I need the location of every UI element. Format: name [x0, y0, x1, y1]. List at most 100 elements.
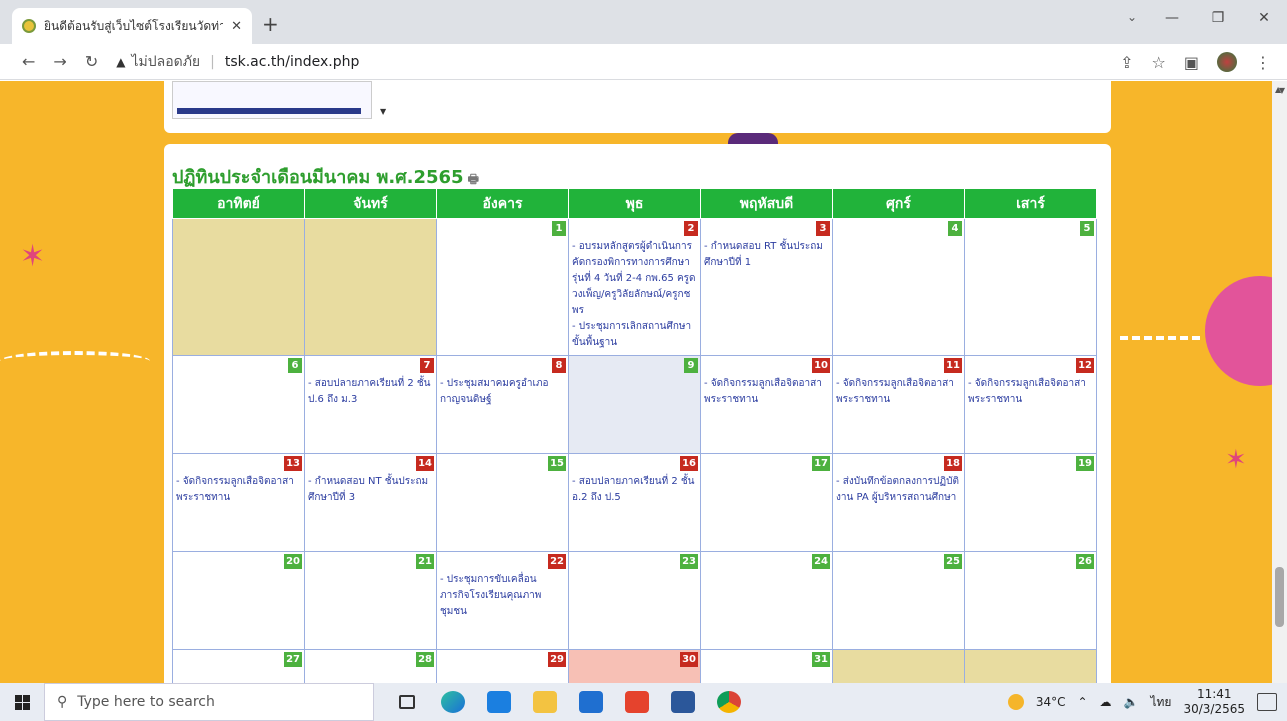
- volume-icon[interactable]: 🔈: [1124, 695, 1139, 709]
- clock[interactable]: 11:41 30/3/2565: [1183, 687, 1245, 717]
- day-number-badge[interactable]: 29: [548, 652, 566, 667]
- mail-icon[interactable]: [568, 683, 614, 721]
- calendar-day-cell[interactable]: 26: [964, 551, 1097, 650]
- calendar-event-link[interactable]: - สอบปลายภาคเรียนที่ 2 ชั้น ป.6 ถึง ม.3: [308, 376, 433, 408]
- calendar-day-cell[interactable]: 24: [700, 551, 833, 650]
- day-number-badge[interactable]: 22: [548, 554, 566, 569]
- calendar-day-cell[interactable]: 8 - ประชุมสมาคมครูอำเภอกาญจนดิษฐ์: [436, 355, 569, 454]
- calendar-event-link[interactable]: - กำหนดสอบ RT ชั้นประถมศึกษาปีที่ 1: [704, 239, 829, 271]
- day-number-badge[interactable]: 9: [684, 358, 698, 373]
- calendar-event-link[interactable]: - ส่งบันทึกข้อตกลงการปฏิบัติงาน PA ผู้บร…: [836, 474, 961, 506]
- dropdown-arrow-icon[interactable]: ▼: [380, 107, 386, 116]
- calendar-event-link[interactable]: - ประชุมสมาคมครูอำเภอกาญจนดิษฐ์: [440, 376, 565, 408]
- day-number-badge[interactable]: 14: [416, 456, 434, 471]
- calendar-day-cell[interactable]: 11 - จัดกิจกรรมลูกเสือจิตอาสาพระราชทาน: [832, 355, 965, 454]
- day-number-badge[interactable]: 5: [1080, 221, 1094, 236]
- restore-button[interactable]: ❐: [1195, 0, 1241, 36]
- print-icon[interactable]: 🖶: [468, 172, 479, 186]
- calendar-day-cell[interactable]: 4: [832, 218, 965, 356]
- browser-tab[interactable]: ยินดีต้อนรับสู่เว็บไซต์โรงเรียนวัดท่าไทร…: [12, 8, 252, 44]
- day-number-badge[interactable]: 10: [812, 358, 830, 373]
- calendar-day-cell[interactable]: 5: [964, 218, 1097, 356]
- edge-browser-icon[interactable]: [430, 683, 476, 721]
- bookmark-star-icon[interactable]: ☆: [1152, 53, 1166, 72]
- day-number-badge[interactable]: 13: [284, 456, 302, 471]
- calendar-day-cell[interactable]: 13 - จัดกิจกรรมลูกเสือจิตอาสาพระราชทาน: [172, 453, 305, 552]
- day-number-badge[interactable]: 30: [680, 652, 698, 667]
- scrollbar-thumb[interactable]: [1275, 567, 1284, 627]
- day-number-badge[interactable]: 7: [420, 358, 434, 373]
- calendar-event-link[interactable]: - ประชุมการขับเคลื่อนภารกิจโรงเรียนคุณภา…: [440, 572, 565, 620]
- calendar-event-link[interactable]: - จัดกิจกรรมลูกเสือจิตอาสาพระราชทาน: [836, 376, 961, 408]
- url-text[interactable]: tsk.ac.th/index.php: [225, 54, 360, 70]
- day-number-badge[interactable]: 26: [1076, 554, 1094, 569]
- calendar-day-cell[interactable]: 21: [304, 551, 437, 650]
- day-number-badge[interactable]: 17: [812, 456, 830, 471]
- day-number-badge[interactable]: 31: [812, 652, 830, 667]
- address-bar[interactable]: ▲ ไม่ปลอดภัย | tsk.ac.th/index.php: [116, 51, 359, 73]
- tab-close-icon[interactable]: ✕: [231, 19, 242, 34]
- word-icon[interactable]: [660, 683, 706, 721]
- notification-icon[interactable]: [1257, 693, 1277, 711]
- calendar-day-cell[interactable]: 14 - กำหนดสอบ NT ชั้นประถมศึกษาปีที่ 3: [304, 453, 437, 552]
- day-number-badge[interactable]: 23: [680, 554, 698, 569]
- warning-triangle-icon[interactable]: ▲: [116, 55, 125, 69]
- calendar-day-cell[interactable]: 19: [964, 453, 1097, 552]
- security-label[interactable]: ไม่ปลอดภัย: [131, 51, 200, 73]
- calendar-day-cell[interactable]: 20: [172, 551, 305, 650]
- day-number-badge[interactable]: 18: [944, 456, 962, 471]
- calendar-day-cell[interactable]: 22 - ประชุมการขับเคลื่อนภารกิจโรงเรียนคุณ…: [436, 551, 569, 650]
- day-number-badge[interactable]: 2: [684, 221, 698, 236]
- day-number-badge[interactable]: 12: [1076, 358, 1094, 373]
- calendar-event-link[interactable]: - จัดกิจกรรมลูกเสือจิตอาสาพระราชทาน: [968, 376, 1093, 408]
- weather-sun-icon[interactable]: [1007, 694, 1024, 710]
- calendar-day-cell[interactable]: 28: [304, 649, 437, 683]
- share-icon[interactable]: ⇪: [1120, 53, 1133, 72]
- language-indicator[interactable]: ไทย: [1150, 693, 1171, 712]
- calendar-day-cell[interactable]: 31: [700, 649, 833, 683]
- calendar-event-link[interactable]: - จัดกิจกรรมลูกเสือจิตอาสาพระราชทาน: [176, 474, 301, 506]
- task-view-icon[interactable]: [384, 683, 430, 721]
- day-number-badge[interactable]: 27: [284, 652, 302, 667]
- day-number-badge[interactable]: 4: [948, 221, 962, 236]
- calendar-event-link[interactable]: - กำหนดสอบ NT ชั้นประถมศึกษาปีที่ 3: [308, 474, 433, 506]
- forward-arrow-icon[interactable]: →: [53, 52, 66, 71]
- day-number-badge[interactable]: 20: [284, 554, 302, 569]
- day-number-badge[interactable]: 16: [680, 456, 698, 471]
- calendar-day-cell[interactable]: 23: [568, 551, 701, 650]
- day-number-badge[interactable]: 1: [552, 221, 566, 236]
- reload-icon[interactable]: ↻: [85, 52, 98, 71]
- calendar-day-cell[interactable]: 18 - ส่งบันทึกข้อตกลงการปฏิบัติงาน PA ผู้…: [832, 453, 965, 552]
- day-number-badge[interactable]: 28: [416, 652, 434, 667]
- side-panel-icon[interactable]: ▣: [1184, 53, 1199, 72]
- day-number-badge[interactable]: 8: [552, 358, 566, 373]
- calendar-day-cell[interactable]: 29: [436, 649, 569, 683]
- page-scrollbar[interactable]: ▲ ▼: [1272, 81, 1287, 683]
- day-number-badge[interactable]: 21: [416, 554, 434, 569]
- back-arrow-icon[interactable]: ←: [22, 52, 35, 71]
- calendar-day-cell[interactable]: 7 - สอบปลายภาคเรียนที่ 2 ชั้น ป.6 ถึง ม.3: [304, 355, 437, 454]
- minimize-button[interactable]: —: [1149, 0, 1195, 36]
- calendar-day-cell[interactable]: 30: [568, 649, 701, 683]
- chrome-icon[interactable]: [706, 683, 752, 721]
- calendar-event-link[interactable]: - อบรมหลักสูตรผู้ดำเนินการคัดกรองพิการทา…: [572, 239, 697, 319]
- announcement-image[interactable]: [172, 81, 372, 119]
- temperature-text[interactable]: 34°C: [1036, 695, 1066, 709]
- profile-avatar[interactable]: [1217, 52, 1237, 72]
- calendar-day-cell[interactable]: 1: [436, 218, 569, 356]
- file-explorer-icon[interactable]: [522, 683, 568, 721]
- network-icon[interactable]: ☁: [1100, 695, 1112, 709]
- calendar-day-cell[interactable]: 2 - อบรมหลักสูตรผู้ดำเนินการคัดกรองพิการท…: [568, 218, 701, 356]
- store-icon[interactable]: [476, 683, 522, 721]
- day-number-badge[interactable]: 15: [548, 456, 566, 471]
- calendar-event-link[interactable]: - จัดกิจกรรมลูกเสือจิตอาสาพระราชทาน: [704, 376, 829, 408]
- close-window-button[interactable]: ✕: [1241, 0, 1287, 36]
- calendar-day-cell[interactable]: 10 - จัดกิจกรรมลูกเสือจิตอาสาพระราชทาน: [700, 355, 833, 454]
- tray-chevron-icon[interactable]: ⌃: [1077, 695, 1087, 709]
- day-number-badge[interactable]: 6: [288, 358, 302, 373]
- day-number-badge[interactable]: 24: [812, 554, 830, 569]
- day-number-badge[interactable]: 19: [1076, 456, 1094, 471]
- calendar-day-cell[interactable]: 17: [700, 453, 833, 552]
- new-tab-button[interactable]: +: [262, 14, 279, 34]
- calendar-day-cell[interactable]: 9: [568, 355, 701, 454]
